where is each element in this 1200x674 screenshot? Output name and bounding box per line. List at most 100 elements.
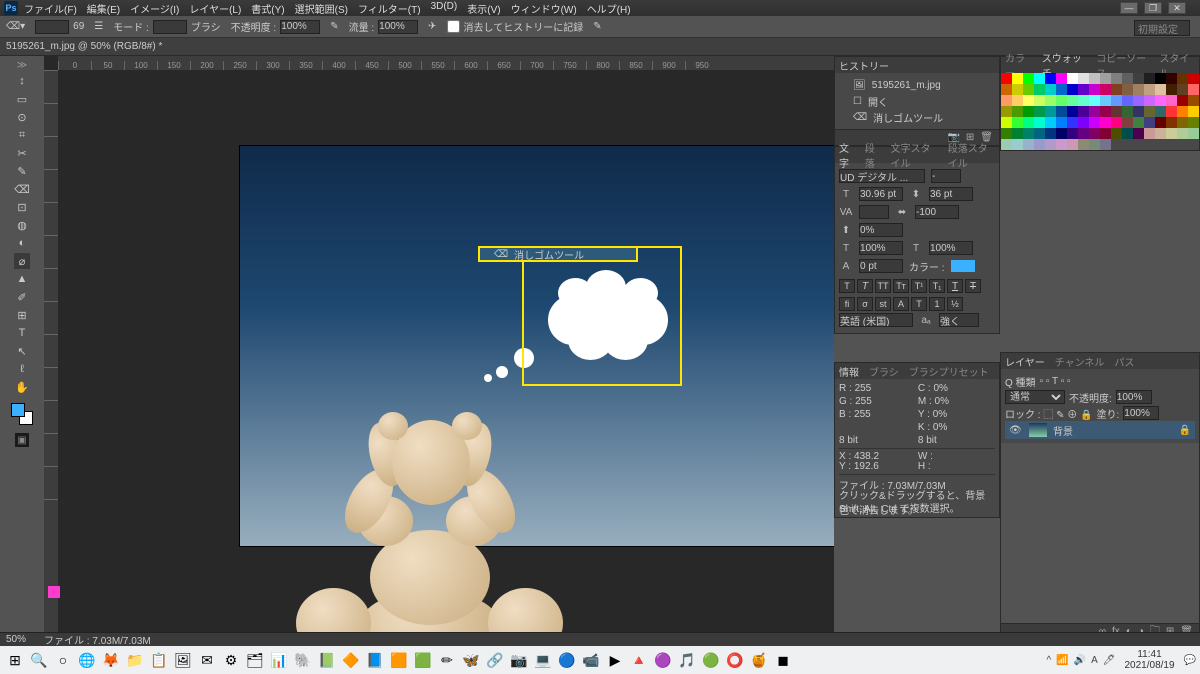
swatch[interactable] — [1111, 117, 1122, 128]
document-tab[interactable]: 5195261_m.jpg @ 50% (RGB/8#) * — [6, 41, 162, 52]
char-tab[interactable]: 文字 — [839, 140, 855, 170]
brush-preset-picker[interactable] — [35, 20, 69, 34]
taskbar-app-icon[interactable]: ◼ — [772, 649, 794, 671]
taskbar-app-icon[interactable]: 💻 — [532, 649, 554, 671]
swatch[interactable] — [1133, 73, 1144, 84]
swatch[interactable] — [1023, 139, 1034, 150]
tray-pen-icon[interactable]: 🖊 — [1103, 655, 1116, 666]
taskbar-app-icon[interactable]: ✏ — [436, 649, 458, 671]
swatch[interactable] — [1166, 117, 1177, 128]
caps-button[interactable]: TT — [875, 279, 891, 293]
info-tab[interactable]: 情報 — [839, 364, 859, 379]
italic-button[interactable]: T — [857, 279, 873, 293]
taskbar-app-icon[interactable]: 📷 — [508, 649, 530, 671]
menu-edit[interactable]: 編集(E) — [87, 1, 120, 16]
charstyle-tab[interactable]: 文字スタイル — [891, 140, 938, 170]
history-item[interactable]: ⌫消しゴムツール — [839, 109, 995, 125]
strike-button[interactable]: T — [965, 279, 981, 293]
swatch[interactable] — [1122, 95, 1133, 106]
swatch[interactable] — [1012, 117, 1023, 128]
hand-tool[interactable]: ℓ — [14, 361, 30, 377]
pressure-size-icon[interactable]: ✎ — [593, 21, 601, 32]
swatch[interactable] — [1045, 95, 1056, 106]
swatch[interactable] — [1144, 117, 1155, 128]
workspace-switcher[interactable]: 初期設定 — [1134, 20, 1190, 36]
swatch[interactable] — [1056, 95, 1067, 106]
layers-tab[interactable]: レイヤー — [1005, 354, 1045, 369]
zoom-tool[interactable]: ✋ — [14, 379, 30, 395]
swatch[interactable] — [1111, 128, 1122, 139]
swatch[interactable] — [1056, 84, 1067, 95]
font-family-input[interactable] — [839, 169, 925, 183]
swatch[interactable] — [1100, 139, 1111, 150]
leading-input[interactable] — [929, 187, 973, 201]
swatch[interactable] — [1177, 117, 1188, 128]
taskbar-app-icon[interactable]: 🟢 — [700, 649, 722, 671]
swatch[interactable] — [1089, 128, 1100, 139]
ruler-vertical[interactable] — [44, 70, 58, 640]
swatch[interactable] — [1001, 106, 1012, 117]
menu-view[interactable]: 表示(V) — [467, 1, 500, 16]
swatch[interactable] — [1001, 139, 1012, 150]
menu-3d[interactable]: 3D(D) — [431, 1, 458, 16]
type-tool[interactable]: ⊞ — [14, 307, 30, 323]
taskbar-app-icon[interactable]: ⭕ — [724, 649, 746, 671]
swatch[interactable] — [1045, 84, 1056, 95]
swatch[interactable] — [1155, 84, 1166, 95]
swatch[interactable] — [1034, 139, 1045, 150]
tool-preset-icon[interactable]: ⌫▾ — [6, 21, 25, 32]
taskbar-app-icon[interactable]: 🔺 — [628, 649, 650, 671]
swatch[interactable] — [1089, 117, 1100, 128]
swatch[interactable] — [1188, 106, 1199, 117]
swatch[interactable] — [1089, 106, 1100, 117]
opacity-input[interactable] — [280, 20, 320, 34]
swatch[interactable] — [1166, 84, 1177, 95]
swatch[interactable] — [1078, 117, 1089, 128]
pen-tool[interactable]: ✐ — [14, 289, 30, 305]
swatch[interactable] — [1001, 84, 1012, 95]
swatch[interactable] — [1045, 128, 1056, 139]
swatch[interactable] — [1023, 106, 1034, 117]
ot-5[interactable]: T — [911, 297, 927, 311]
swatch[interactable] — [1067, 73, 1078, 84]
parastyle-tab[interactable]: 段落スタイル — [948, 140, 995, 170]
taskbar-app-icon[interactable]: ○ — [52, 649, 74, 671]
taskbar-app-icon[interactable]: ▶ — [604, 649, 626, 671]
lasso-tool[interactable]: ⊙ — [14, 109, 30, 125]
aa-input[interactable] — [939, 313, 979, 327]
menu-help[interactable]: ヘルプ(H) — [587, 1, 631, 16]
swatch[interactable] — [1001, 117, 1012, 128]
swatch[interactable] — [1089, 95, 1100, 106]
swatch[interactable] — [1155, 95, 1166, 106]
swatch[interactable] — [1078, 95, 1089, 106]
toolbox-collapse-icon[interactable]: ≫ — [17, 60, 27, 71]
taskbar-app-icon[interactable]: 📁 — [124, 649, 146, 671]
taskbar-app-icon[interactable]: 🔗 — [484, 649, 506, 671]
swatch[interactable] — [1045, 117, 1056, 128]
stamp-tool[interactable]: ◍ — [14, 217, 30, 233]
swatch[interactable] — [1100, 73, 1111, 84]
swatch[interactable] — [1067, 128, 1078, 139]
swatch[interactable] — [1177, 73, 1188, 84]
swatch[interactable] — [1133, 117, 1144, 128]
swatch[interactable] — [1144, 73, 1155, 84]
history-item[interactable]: ☐開く — [839, 93, 995, 109]
swatch[interactable] — [1100, 84, 1111, 95]
swatch[interactable] — [1122, 84, 1133, 95]
history-brush-tool[interactable]: ◐ — [14, 235, 30, 251]
swatch[interactable] — [1155, 128, 1166, 139]
swatch[interactable] — [1122, 106, 1133, 117]
taskbar-app-icon[interactable]: 🔍 — [28, 649, 50, 671]
swatch[interactable] — [1078, 106, 1089, 117]
swatch[interactable] — [1056, 117, 1067, 128]
swatch[interactable] — [1089, 139, 1100, 150]
swatch[interactable] — [1188, 73, 1199, 84]
swatch[interactable] — [1034, 106, 1045, 117]
ruler-horizontal[interactable]: 0501001502002503003504004505005506006507… — [58, 56, 834, 70]
ot-4[interactable]: A — [893, 297, 909, 311]
smallcaps-button[interactable]: Tᴛ — [893, 279, 909, 293]
swatch[interactable] — [1155, 73, 1166, 84]
gradient-tool[interactable]: ▲ — [14, 271, 30, 287]
font-style-input[interactable] — [931, 169, 961, 183]
swatch[interactable] — [1111, 95, 1122, 106]
